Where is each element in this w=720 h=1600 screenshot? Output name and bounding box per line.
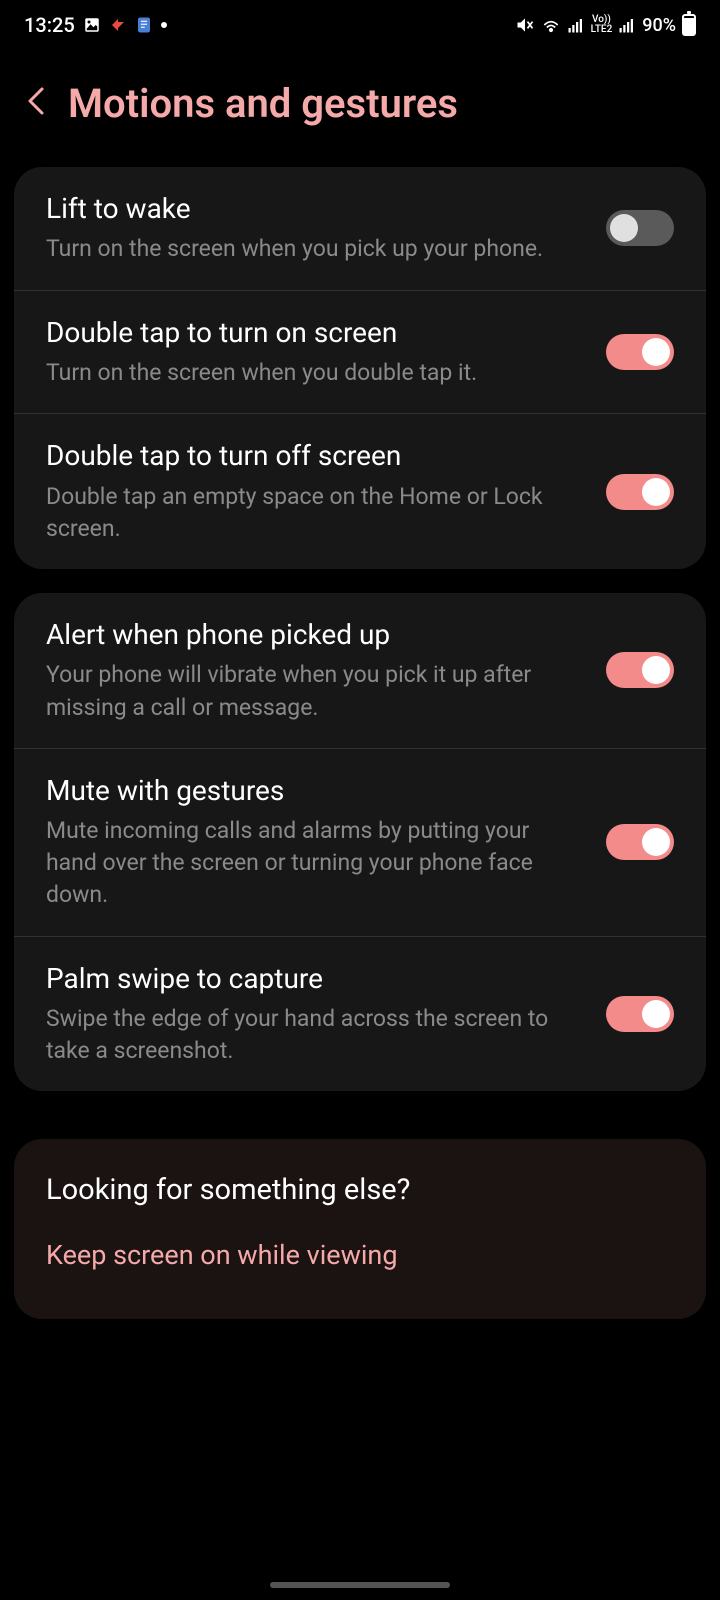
footer-card: Looking for something else? Keep screen … xyxy=(14,1139,706,1319)
setting-lift-to-wake[interactable]: Lift to wake Turn on the screen when you… xyxy=(14,167,706,291)
setting-title: Mute with gestures xyxy=(46,773,582,809)
battery-percent: 90% xyxy=(642,15,676,36)
setting-title: Lift to wake xyxy=(46,191,582,227)
page-header: Motions and gestures xyxy=(0,50,720,167)
settings-group-1: Lift to wake Turn on the screen when you… xyxy=(14,167,706,569)
setting-title: Double tap to turn off screen xyxy=(46,438,582,474)
status-bar-left: 13:25 xyxy=(24,13,167,37)
setting-desc: Turn on the screen when you pick up your… xyxy=(46,233,582,265)
footer-link-keep-screen-on[interactable]: Keep screen on while viewing xyxy=(46,1239,674,1271)
signal-bars-icon xyxy=(567,16,585,34)
setting-palm-swipe[interactable]: Palm swipe to capture Swipe the edge of … xyxy=(14,937,706,1092)
status-time: 13:25 xyxy=(24,13,75,37)
toggle-mute-gestures[interactable] xyxy=(606,824,674,860)
status-bar: 13:25 Vo)) LTE2 90% xyxy=(0,0,720,50)
app-icon-red xyxy=(109,16,127,34)
notes-icon xyxy=(135,16,153,34)
toggle-alert-picked-up[interactable] xyxy=(606,652,674,688)
navigation-handle[interactable] xyxy=(270,1582,450,1588)
setting-alert-picked-up[interactable]: Alert when phone picked up Your phone wi… xyxy=(14,593,706,749)
settings-group-2: Alert when phone picked up Your phone wi… xyxy=(14,593,706,1091)
setting-double-tap-on[interactable]: Double tap to turn on screen Turn on the… xyxy=(14,291,706,415)
more-notifications-dot xyxy=(161,22,167,28)
toggle-lift-to-wake[interactable] xyxy=(606,210,674,246)
setting-mute-gestures[interactable]: Mute with gestures Mute incoming calls a… xyxy=(14,749,706,937)
setting-desc: Double tap an empty space on the Home or… xyxy=(46,481,582,545)
footer-title: Looking for something else? xyxy=(46,1173,674,1207)
toggle-palm-swipe[interactable] xyxy=(606,996,674,1032)
setting-desc: Turn on the screen when you double tap i… xyxy=(46,357,582,389)
wifi-icon xyxy=(541,15,561,35)
status-bar-right: Vo)) LTE2 90% xyxy=(515,14,696,36)
mute-icon xyxy=(515,15,535,35)
setting-desc: Mute incoming calls and alarms by puttin… xyxy=(46,815,582,912)
setting-title: Double tap to turn on screen xyxy=(46,315,582,351)
toggle-double-tap-on[interactable] xyxy=(606,334,674,370)
gallery-icon xyxy=(83,16,101,34)
page-title: Motions and gestures xyxy=(68,80,458,127)
network-label: Vo)) LTE2 xyxy=(591,15,613,35)
setting-double-tap-off[interactable]: Double tap to turn off screen Double tap… xyxy=(14,414,706,569)
battery-icon xyxy=(682,14,696,36)
setting-title: Alert when phone picked up xyxy=(46,617,582,653)
signal-bars-2-icon xyxy=(618,16,636,34)
setting-desc: Swipe the edge of your hand across the s… xyxy=(46,1003,582,1067)
setting-title: Palm swipe to capture xyxy=(46,961,582,997)
toggle-double-tap-off[interactable] xyxy=(606,474,674,510)
back-button[interactable] xyxy=(24,83,48,125)
setting-desc: Your phone will vibrate when you pick it… xyxy=(46,659,582,723)
